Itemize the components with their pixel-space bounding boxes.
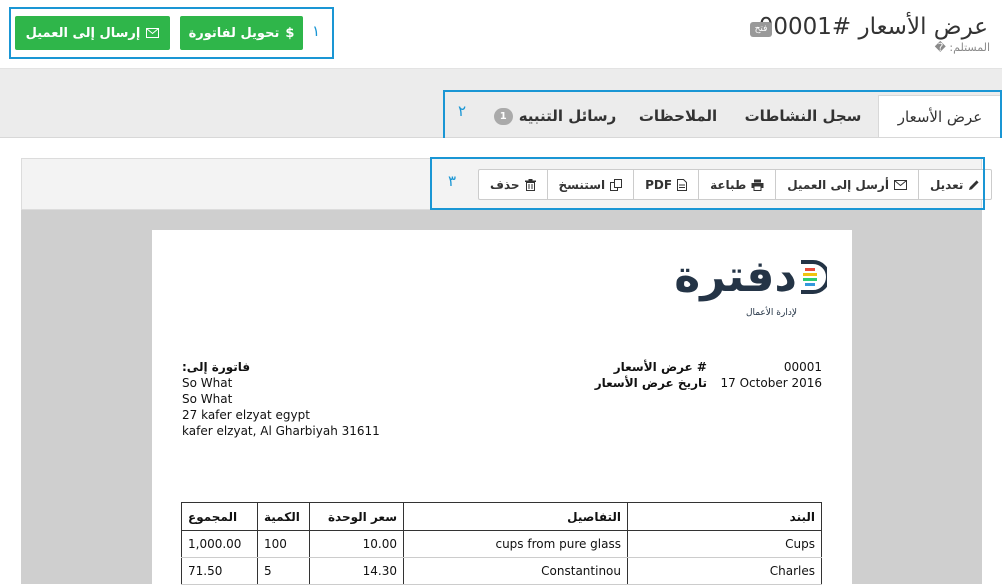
cell-qty: 100 [257, 530, 310, 558]
convert-to-invoice-button[interactable]: $ تحويل لفاتورة [180, 16, 303, 50]
logo-text: دفترة [674, 251, 797, 302]
send-to-client-button[interactable]: إرسال إلى العميل [15, 16, 170, 50]
page-title: عرض الأسعار #00001 [758, 14, 988, 40]
envelope-icon [146, 28, 160, 38]
bill-to-label: فاتورة إلى: [182, 360, 251, 374]
estimate-number-label: # عرض الأسعار [613, 360, 707, 374]
logo-mark-icon [801, 260, 827, 294]
annotation-number-2: ٢ [458, 102, 467, 120]
company-logo: دفترة لإدارة الأعمال [674, 248, 827, 318]
header-item: البند [627, 502, 822, 531]
status-badge: فتح [750, 22, 772, 37]
header-total: المجموع [181, 502, 258, 531]
table-row: 1,000.00 100 10.00 cups from pure glass … [181, 530, 822, 558]
client-address-line: 27 kafer elzyat egypt [182, 408, 310, 422]
cell-qty: 5 [257, 557, 310, 585]
dollar-icon: $ [285, 25, 295, 41]
convert-to-invoice-label: تحويل لفاتورة [188, 25, 280, 41]
cell-details: cups from pure glass [403, 530, 628, 558]
estimate-number-value: 00001 [783, 360, 822, 374]
header-details: التفاصيل [403, 502, 628, 531]
annotation-number-1: ١ [312, 22, 321, 40]
send-to-client-label: إرسال إلى العميل [25, 25, 141, 41]
cell-unit-price: 14.30 [309, 557, 404, 585]
table-row: 71.50 5 14.30 Constantinou Charles [181, 557, 822, 585]
estimate-items-table: المجموع الكمية سعر الوحدة التفاصيل البند… [181, 502, 822, 585]
annotation-box-2 [443, 90, 1002, 142]
estimate-document: دفترة لإدارة الأعمال # عرض الأسعار 00001… [152, 230, 852, 585]
header-unit-price: سعر الوحدة [309, 502, 404, 531]
table-header-row: المجموع الكمية سعر الوحدة التفاصيل البند [181, 502, 822, 531]
cell-total: 71.50 [181, 557, 258, 585]
cell-details: Constantinou [403, 557, 628, 585]
cell-item: Cups [627, 530, 822, 558]
recipient-subtitle: المستلم: � [934, 41, 990, 54]
estimate-date-label: تاريخ عرض الأسعار [594, 376, 707, 390]
client-name: So What [182, 376, 233, 390]
client-company: So What [182, 392, 233, 406]
client-city-line: kafer elzyat, Al Gharbiyah 31611 [182, 424, 380, 438]
estimate-date-value: 17 October 2016 [720, 376, 822, 390]
logo-tagline: لإدارة الأعمال [745, 308, 797, 318]
annotation-number-3: ٣ [448, 172, 457, 190]
annotation-box-3 [430, 157, 985, 210]
header-qty: الكمية [257, 502, 310, 531]
cell-item: Charles [627, 557, 822, 585]
cell-total: 1,000.00 [181, 530, 258, 558]
cell-unit-price: 10.00 [309, 530, 404, 558]
